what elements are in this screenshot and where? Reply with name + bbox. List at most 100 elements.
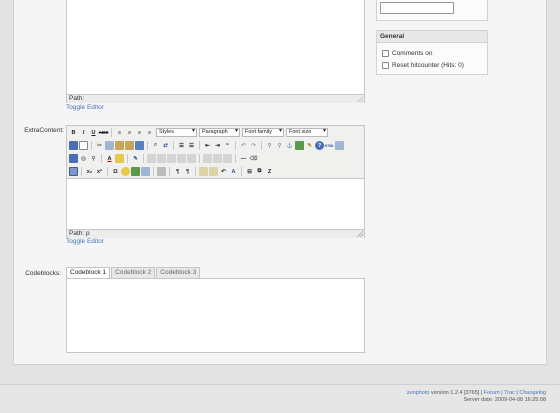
paragraph-select[interactable]: Paragraph bbox=[199, 128, 240, 137]
align-justify-icon[interactable]: ≡ bbox=[145, 128, 154, 137]
edit-icon[interactable]: ✎ bbox=[131, 154, 140, 163]
table-cols-icon[interactable] bbox=[223, 154, 232, 163]
anchor-link-icon[interactable]: ◎ bbox=[79, 154, 88, 163]
underline-icon[interactable]: U bbox=[89, 128, 98, 137]
paste-text-icon[interactable] bbox=[125, 141, 134, 150]
move-forward-icon[interactable] bbox=[209, 167, 218, 176]
toolbar-separator bbox=[235, 154, 236, 163]
horizontal-rule-icon[interactable]: — bbox=[239, 154, 248, 163]
anchor-icon[interactable]: ⚓ bbox=[285, 141, 294, 150]
blockquote-icon[interactable]: “ bbox=[223, 141, 232, 150]
indent-icon[interactable]: ⇥ bbox=[213, 141, 222, 150]
table-rows-icon[interactable] bbox=[213, 154, 222, 163]
reset-hitcounter-label: Reset hitcounter (Hits: 0) bbox=[392, 62, 464, 69]
toolbar-separator bbox=[127, 154, 128, 163]
copy-icon[interactable] bbox=[105, 141, 114, 150]
cleanup-icon[interactable]: ✎ bbox=[305, 141, 314, 150]
strikethrough-icon[interactable]: ABC bbox=[99, 128, 109, 137]
top-editor-path: Path: bbox=[69, 95, 85, 102]
special-char-icon[interactable]: Ω bbox=[111, 167, 120, 176]
toolbar-separator bbox=[199, 141, 200, 150]
rtl-icon[interactable]: ¶ bbox=[183, 167, 192, 176]
changelog-link[interactable]: Changelog bbox=[519, 390, 546, 396]
save-icon[interactable] bbox=[69, 141, 78, 150]
merge-icon[interactable] bbox=[177, 154, 186, 163]
codeblocks-label: Codeblocks: bbox=[25, 270, 61, 277]
emotions-icon[interactable] bbox=[121, 167, 130, 176]
align-right-icon[interactable]: ≡ bbox=[135, 128, 144, 137]
toolbar-separator bbox=[195, 167, 196, 176]
find-icon[interactable]: ⌕ bbox=[151, 141, 160, 150]
font-size-select[interactable]: Font size bbox=[286, 128, 328, 137]
pagebreak-icon[interactable]: ⊟ bbox=[245, 167, 254, 176]
forum-link[interactable]: Forum bbox=[484, 390, 500, 396]
toolbar-separator bbox=[199, 154, 200, 163]
toolbar-separator bbox=[111, 128, 112, 137]
image-icon[interactable] bbox=[295, 141, 304, 150]
zenphoto-link[interactable]: zenphoto bbox=[407, 390, 430, 396]
tab-codeblock-3[interactable]: Codeblock 3 bbox=[156, 267, 201, 278]
tab-codeblock-1[interactable]: Codeblock 1 bbox=[66, 267, 111, 278]
toggle-editor-link-2[interactable]: Toggle Editor bbox=[66, 238, 104, 245]
link-icon[interactable]: ⚲ bbox=[265, 141, 274, 150]
reset-hitcounter-checkbox[interactable]: Reset hitcounter (Hits: 0) bbox=[382, 62, 464, 69]
visual-aid-icon[interactable] bbox=[69, 167, 78, 176]
media-icon[interactable] bbox=[131, 167, 140, 176]
absolute-icon[interactable]: A bbox=[229, 167, 238, 176]
paste-icon[interactable] bbox=[115, 141, 124, 150]
table-icon[interactable] bbox=[69, 154, 78, 163]
nonbreaking-icon[interactable] bbox=[141, 167, 150, 176]
outdent-icon[interactable]: ⇤ bbox=[203, 141, 212, 150]
editor-toolbar: B I U ABC ≡ ≡ ≡ ≡ Styles Paragraph Font … bbox=[67, 126, 364, 179]
bold-icon[interactable]: B bbox=[69, 128, 78, 137]
text-color-icon[interactable]: A bbox=[105, 154, 114, 163]
checkbox-box[interactable] bbox=[382, 50, 389, 57]
toggle-editor-link[interactable]: Toggle Editor bbox=[66, 104, 104, 111]
sidebar-top-box bbox=[376, 0, 488, 21]
styles-select[interactable]: Styles bbox=[156, 128, 197, 137]
top-editor[interactable]: Path: bbox=[66, 0, 365, 103]
resize-grip-icon[interactable] bbox=[357, 96, 363, 102]
checkbox-box[interactable] bbox=[382, 62, 389, 69]
preview-icon[interactable] bbox=[335, 141, 344, 150]
paste-word-icon[interactable] bbox=[135, 141, 144, 150]
fullscreen-icon[interactable]: ⧉ bbox=[255, 167, 264, 176]
move-backward-icon[interactable]: ↶ bbox=[219, 167, 228, 176]
trac-link[interactable]: Trac bbox=[504, 390, 515, 396]
sidebar-input[interactable] bbox=[380, 2, 454, 14]
background-color-icon[interactable] bbox=[115, 154, 124, 163]
codeblock-textarea[interactable] bbox=[66, 278, 365, 353]
tab-codeblock-2[interactable]: Codeblock 2 bbox=[111, 267, 156, 278]
column-icon[interactable] bbox=[157, 154, 166, 163]
align-left-icon[interactable]: ≡ bbox=[115, 128, 124, 137]
help-icon[interactable]: ? bbox=[315, 141, 324, 150]
comments-on-checkbox[interactable]: Comments on bbox=[382, 50, 432, 57]
citation-icon[interactable]: Z bbox=[265, 167, 274, 176]
numbered-list-icon[interactable]: ☰ bbox=[187, 141, 196, 150]
unlink-icon[interactable]: ⚲ bbox=[275, 141, 284, 150]
split-icon[interactable] bbox=[187, 154, 196, 163]
toolbar-separator bbox=[143, 154, 144, 163]
html-icon[interactable]: HTML bbox=[325, 141, 335, 150]
new-document-icon[interactable] bbox=[79, 141, 88, 150]
row-icon[interactable] bbox=[147, 154, 156, 163]
insert-layer-icon[interactable] bbox=[199, 167, 208, 176]
redo-icon[interactable]: ↷ bbox=[249, 141, 258, 150]
cut-icon[interactable]: ✂ bbox=[95, 141, 104, 150]
resize-grip-icon[interactable] bbox=[357, 231, 363, 237]
font-family-select[interactable]: Font family bbox=[242, 128, 284, 137]
align-center-icon[interactable]: ≡ bbox=[125, 128, 134, 137]
undo-icon[interactable]: ↶ bbox=[239, 141, 248, 150]
bullet-list-icon[interactable]: ☰ bbox=[177, 141, 186, 150]
print-icon[interactable] bbox=[157, 167, 166, 176]
italic-icon[interactable]: I bbox=[79, 128, 88, 137]
zoom-icon[interactable]: ⚲ bbox=[89, 154, 98, 163]
ltr-icon[interactable]: ¶ bbox=[173, 167, 182, 176]
replace-icon[interactable]: ⇄ bbox=[161, 141, 170, 150]
table-props-icon[interactable] bbox=[203, 154, 212, 163]
subscript-icon[interactable]: x₂ bbox=[85, 167, 94, 176]
superscript-icon[interactable]: x² bbox=[95, 167, 104, 176]
extra-content-editor[interactable]: B I U ABC ≡ ≡ ≡ ≡ Styles Paragraph Font … bbox=[66, 125, 365, 238]
remove-format-icon[interactable]: ⌫ bbox=[249, 154, 258, 163]
cell-icon[interactable] bbox=[167, 154, 176, 163]
